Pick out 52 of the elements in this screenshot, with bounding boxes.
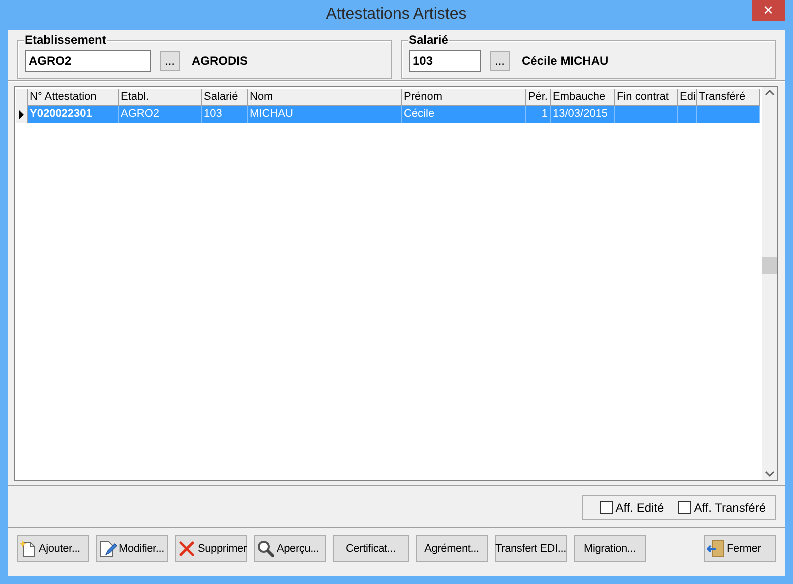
table-cell: 103: [204, 108, 222, 120]
close-button[interactable]: Fermer: [704, 535, 776, 562]
row-pointer-icon: [18, 110, 25, 120]
column-header[interactable]: Etabl.: [119, 89, 202, 106]
table-cell: Cécile: [404, 108, 435, 120]
column-header[interactable]: N° Attestation: [28, 89, 119, 106]
toolbar-button[interactable]: Migration...: [574, 535, 646, 562]
browse-button[interactable]: ...: [490, 51, 510, 71]
browse-button[interactable]: ...: [160, 51, 180, 71]
scroll-up-icon: [764, 89, 774, 97]
column-header[interactable]: Fin contrat: [615, 89, 678, 106]
column-header[interactable]: Prénom: [402, 89, 526, 106]
column-header[interactable]: Embauche: [551, 89, 615, 106]
toolbar-button[interactable]: Aperçu...: [254, 535, 326, 562]
toolbar-button[interactable]: Agrément...: [416, 535, 488, 562]
group-label: Salarié: [408, 33, 450, 47]
row-selector[interactable]: [16, 106, 28, 123]
scroll-down-icon: [764, 470, 774, 478]
close-button[interactable]: ✕: [752, 0, 785, 21]
checkbox[interactable]: [600, 501, 613, 514]
name-label: Cécile MICHAU: [522, 54, 609, 68]
table-cell: 1: [542, 108, 548, 120]
toolbar-button[interactable]: Transfert EDI...: [495, 535, 567, 562]
checkbox-label: Aff. Transféré: [694, 500, 766, 514]
column-header[interactable]: Pér.: [526, 89, 551, 106]
checkbox[interactable]: [678, 501, 692, 514]
toolbar-button[interactable]: Ajouter...: [17, 535, 89, 562]
table-cell: MICHAU: [250, 108, 294, 120]
delete-icon: [178, 540, 196, 558]
scrollbar[interactable]: [762, 87, 777, 480]
name-label: AGRODIS: [192, 54, 248, 68]
input-field[interactable]: AGRO2: [25, 50, 151, 72]
toolbar-button[interactable]: Certificat...: [333, 535, 409, 562]
column-header[interactable]: Nom: [248, 89, 402, 106]
header-corner: [16, 89, 28, 106]
group-label: Etablissement: [24, 33, 108, 47]
table-cell: Y020022301: [30, 108, 92, 120]
column-header[interactable]: Edi: [678, 89, 697, 106]
column-header[interactable]: Salarié: [202, 89, 248, 106]
table-cell: AGRO2: [121, 108, 160, 120]
toolbar-button[interactable]: Supprimer: [175, 535, 247, 562]
new-document-icon: [20, 540, 37, 558]
window-title: Attestations Artistes: [326, 6, 467, 24]
exit-door-icon: [707, 540, 725, 558]
scroll-thumb[interactable]: [762, 257, 777, 274]
search-icon: [257, 540, 275, 558]
document-pencil-icon: [99, 540, 117, 558]
column-header[interactable]: Transféré: [697, 89, 760, 106]
checkbox-label: Aff. Edité: [616, 500, 664, 514]
toolbar-button[interactable]: Modifier...: [96, 535, 168, 562]
table-cell: 13/03/2015: [553, 108, 608, 120]
input-field[interactable]: 103: [409, 50, 481, 72]
